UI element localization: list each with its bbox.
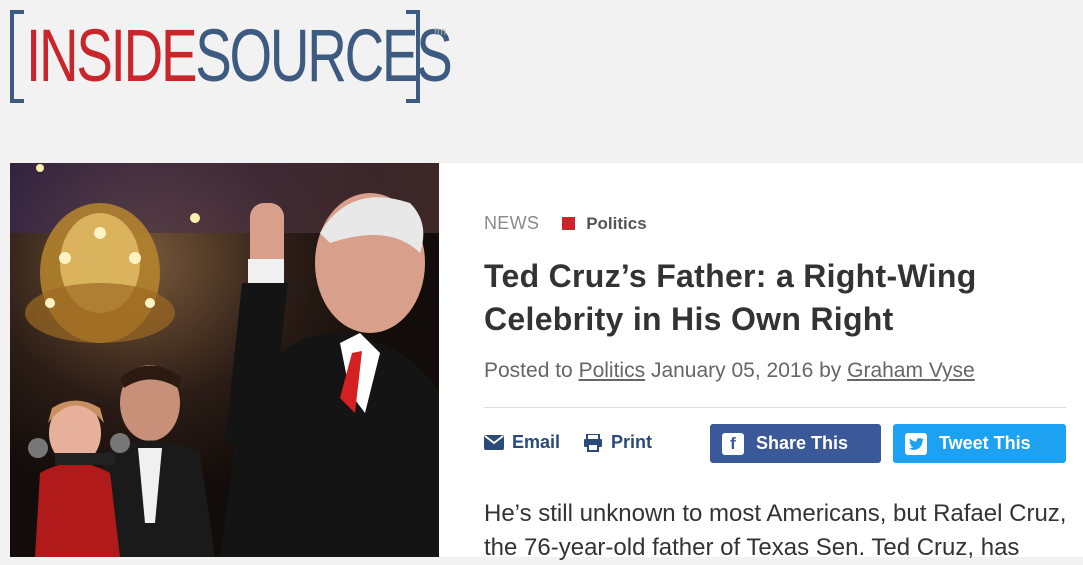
logo-wordmark: INSIDESOURCES (26, 14, 453, 98)
print-label: Print (611, 432, 653, 452)
logo-right-bracket (406, 10, 420, 103)
by-text: by (819, 359, 842, 382)
envelope-icon (484, 435, 504, 450)
author-link[interactable]: Graham Vyse (847, 359, 975, 382)
facebook-icon: f (722, 432, 744, 455)
trademark-mark: tm (434, 26, 447, 38)
publish-date: January 05, 2016 (650, 359, 814, 382)
article-meta: Posted to Politics January 05, 2016 by G… (484, 359, 975, 383)
share-actions: Email Print f Share This Tweet This (484, 424, 1074, 464)
email-button[interactable]: Email (484, 432, 560, 453)
article-body: He’s still unknown to most Americans, bu… (484, 500, 1067, 561)
article-photo (10, 163, 439, 557)
share-label: Share This (756, 433, 849, 453)
category-color-square (562, 217, 576, 230)
logo-inside-text: INSIDE (26, 14, 197, 97)
article-content: NEWS Politics Ted Cruz’s Father: a Right… (484, 163, 1083, 561)
category-link[interactable]: Politics (579, 359, 646, 382)
facebook-share-button[interactable]: f Share This (710, 424, 881, 463)
email-label: Email (512, 432, 561, 452)
logo-left-bracket (10, 10, 24, 103)
site-logo[interactable]: INSIDESOURCES tm (10, 10, 453, 105)
man-right-shape (220, 193, 439, 557)
print-button[interactable]: Print (583, 432, 652, 453)
article-card: NEWS Politics Ted Cruz’s Father: a Right… (10, 163, 1083, 561)
printer-icon (584, 433, 602, 452)
posted-to-text: Posted to (484, 359, 573, 382)
article-title: Ted Cruz’s Father: a Right-Wing Celebrit… (484, 258, 977, 337)
twitter-icon (905, 432, 927, 455)
section-label[interactable]: NEWS (484, 213, 539, 234)
twitter-tweet-button[interactable]: Tweet This (893, 424, 1066, 463)
divider (484, 407, 1066, 408)
tweet-label: Tweet This (939, 433, 1031, 453)
category-row: NEWS Politics (484, 213, 647, 234)
category-label[interactable]: Politics (586, 214, 646, 234)
